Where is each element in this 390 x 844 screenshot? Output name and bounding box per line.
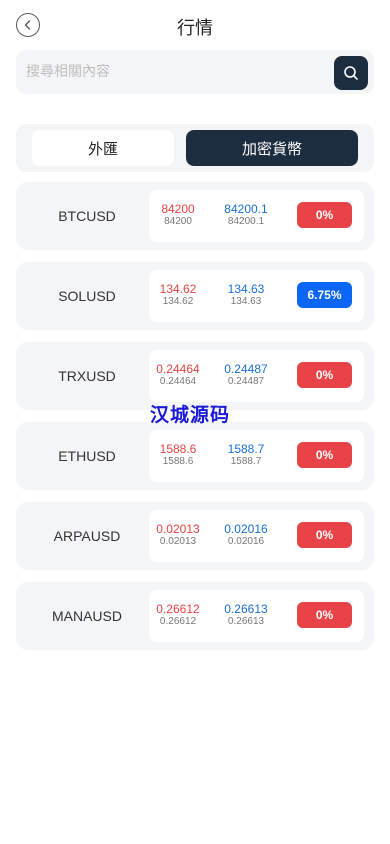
change-badge: 0%	[297, 362, 352, 388]
ask-price: 0.24487 0.24487	[211, 362, 281, 388]
bid-price: 0.02013 0.02013	[143, 522, 213, 548]
search-icon	[344, 66, 358, 80]
price-panel: 134.62 134.62 134.63 134.63 6.75%	[149, 270, 364, 322]
symbol-label: BTCUSD	[58, 208, 116, 224]
symbol-label: MANAUSD	[51, 608, 122, 624]
ask-sub-value: 84200.1	[227, 216, 265, 227]
change-badge: 6.75%	[297, 282, 352, 308]
change-badge: 0%	[297, 202, 352, 228]
ask-sub-value: 0.02016	[227, 536, 265, 547]
bid-value: 0.02013	[156, 522, 200, 536]
bid-value: 84200	[161, 202, 195, 216]
change-badge: 0%	[297, 602, 352, 628]
symbol-label: SOLUSD	[58, 288, 116, 304]
quote-row-arpausd[interactable]: ARPAUSD 0.02013 0.02013 0.02016 0.02016 0%	[16, 502, 374, 570]
bid-sub-value: 134.62	[162, 296, 194, 307]
symbol-label: ARPAUSD	[53, 528, 121, 544]
price-panel: 0.24464 0.24464 0.24487 0.24487 0%	[149, 350, 364, 402]
price-panel: 1588.6 1588.6 1588.7 1588.7 0%	[149, 430, 364, 482]
search-button[interactable]	[334, 56, 368, 90]
symbol-label: ETHUSD	[58, 448, 116, 464]
ask-sub-value: 0.26613	[227, 616, 265, 627]
bid-sub-value: 0.02013	[159, 536, 197, 547]
ask-sub-value: 1588.7	[230, 456, 262, 467]
ask-price: 84200.1 84200.1	[211, 202, 281, 228]
price-panel: 0.02013 0.02013 0.02016 0.02016 0%	[149, 510, 364, 562]
bid-value: 0.26612	[156, 602, 200, 616]
ask-price: 0.02016 0.02016	[211, 522, 281, 548]
ask-price: 0.26613 0.26613	[211, 602, 281, 628]
search-input[interactable]	[26, 50, 326, 94]
ask-value: 1588.7	[227, 442, 265, 456]
quote-row-ethusd[interactable]: ETHUSD 1588.6 1588.6 1588.7 1588.7 0%	[16, 422, 374, 490]
ask-value: 0.24487	[224, 362, 268, 376]
bid-sub-value: 0.26612	[159, 616, 197, 627]
ask-sub-value: 134.63	[230, 296, 262, 307]
page-title: 行情	[177, 18, 213, 39]
price-panel: 0.26612 0.26612 0.26613 0.26613 0%	[149, 590, 364, 642]
bid-sub-value: 1588.6	[162, 456, 194, 467]
header: 行情	[0, 0, 390, 50]
market-tabs: 外匯 加密貨幣	[16, 124, 374, 172]
bid-value: 134.62	[159, 282, 197, 296]
ask-value: 0.02016	[224, 522, 268, 536]
ask-price: 134.63 134.63	[211, 282, 281, 308]
quote-row-solusd[interactable]: SOLUSD 134.62 134.62 134.63 134.63 6.75%	[16, 262, 374, 330]
bid-sub-value: 84200	[164, 216, 192, 227]
bid-sub-value: 0.24464	[159, 376, 197, 387]
change-badge: 0%	[297, 522, 352, 548]
bid-value: 0.24464	[156, 362, 200, 376]
bid-value: 1588.6	[159, 442, 197, 456]
ask-value: 0.26613	[224, 602, 268, 616]
tab-crypto[interactable]: 加密貨幣	[186, 130, 358, 166]
price-panel: 84200 84200 84200.1 84200.1 0%	[149, 190, 364, 242]
ask-sub-value: 0.24487	[227, 376, 265, 387]
ask-price: 1588.7 1588.7	[211, 442, 281, 468]
quote-row-manausd[interactable]: MANAUSD 0.26612 0.26612 0.26613 0.26613 0%	[16, 582, 374, 650]
watermark-text: 汉城源码	[150, 404, 231, 426]
bid-price: 84200 84200	[143, 202, 213, 228]
bid-price: 134.62 134.62	[143, 282, 213, 308]
bid-price: 0.26612 0.26612	[143, 602, 213, 628]
ask-value: 84200.1	[224, 202, 268, 216]
quote-row-btcusd[interactable]: BTCUSD 84200 84200 84200.1 84200.1 0%	[16, 182, 374, 250]
ask-value: 134.63	[227, 282, 265, 296]
bid-price: 1588.6 1588.6	[143, 442, 213, 468]
symbol-label: TRXUSD	[58, 368, 116, 384]
tab-forex[interactable]: 外匯	[32, 130, 174, 166]
search-bar	[16, 50, 374, 94]
bid-price: 0.24464 0.24464	[143, 362, 213, 388]
change-badge: 0%	[297, 442, 352, 468]
